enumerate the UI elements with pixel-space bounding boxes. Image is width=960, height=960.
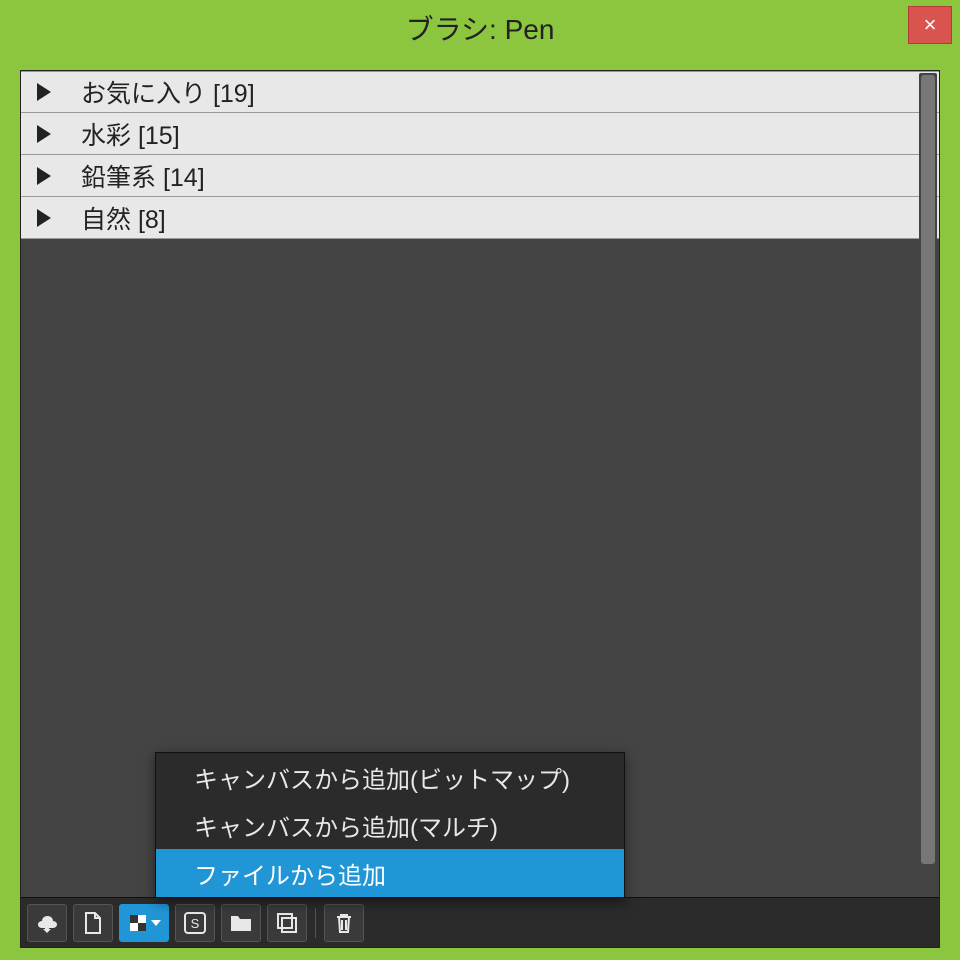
category-list: お気に入り [19] 水彩 [15] 鉛筆系 [14] 自然 [8] [21,71,939,239]
s-icon: S [184,912,206,934]
category-row[interactable]: 鉛筆系 [14] [21,155,939,197]
cloud-download-button[interactable] [27,904,67,942]
close-icon: × [924,12,937,38]
popup-item-add-from-canvas-multi[interactable]: キャンバスから追加(マルチ) [156,801,624,849]
cloud-download-icon [35,912,59,934]
scrollbar-thumb[interactable] [921,75,935,864]
triangle-right-icon [37,125,51,143]
titlebar: ブラシ: Pen × [0,0,960,56]
category-label: 水彩 [15] [81,116,180,152]
category-label: お気に入り [19] [81,74,255,110]
duplicate-button[interactable] [267,904,307,942]
category-row[interactable]: 水彩 [15] [21,113,939,155]
delete-button[interactable] [324,904,364,942]
s-option-button[interactable]: S [175,904,215,942]
add-brush-popup: キャンバスから追加(ビットマップ) キャンバスから追加(マルチ) ファイルから追… [155,752,625,898]
popup-item-label: キャンバスから追加(マルチ) [194,808,498,843]
svg-text:S: S [191,916,200,931]
category-row[interactable]: お気に入り [19] [21,71,939,113]
triangle-right-icon [37,83,51,101]
chevron-down-icon [151,920,161,926]
category-label: 自然 [8] [81,200,166,236]
folder-button[interactable] [221,904,261,942]
brush-add-icon [128,913,148,933]
popup-item-add-from-file[interactable]: ファイルから追加 [156,849,624,897]
toolbar-separator [315,908,316,938]
close-button[interactable]: × [908,6,952,44]
scrollbar[interactable] [919,73,937,895]
add-brush-button[interactable] [119,904,169,942]
folder-icon [229,913,253,933]
popup-item-label: キャンバスから追加(ビットマップ) [194,760,570,795]
popup-item-label: ファイルから追加 [194,856,386,891]
category-label: 鉛筆系 [14] [81,158,205,194]
new-document-button[interactable] [73,904,113,942]
popup-item-add-from-canvas-bitmap[interactable]: キャンバスから追加(ビットマップ) [156,753,624,801]
toolbar: S [21,897,939,947]
document-icon [82,911,104,935]
duplicate-icon [276,912,298,934]
category-row[interactable]: 自然 [8] [21,197,939,239]
window-title: ブラシ: Pen [406,8,555,48]
triangle-right-icon [37,209,51,227]
triangle-right-icon [37,167,51,185]
trash-icon [334,912,354,934]
